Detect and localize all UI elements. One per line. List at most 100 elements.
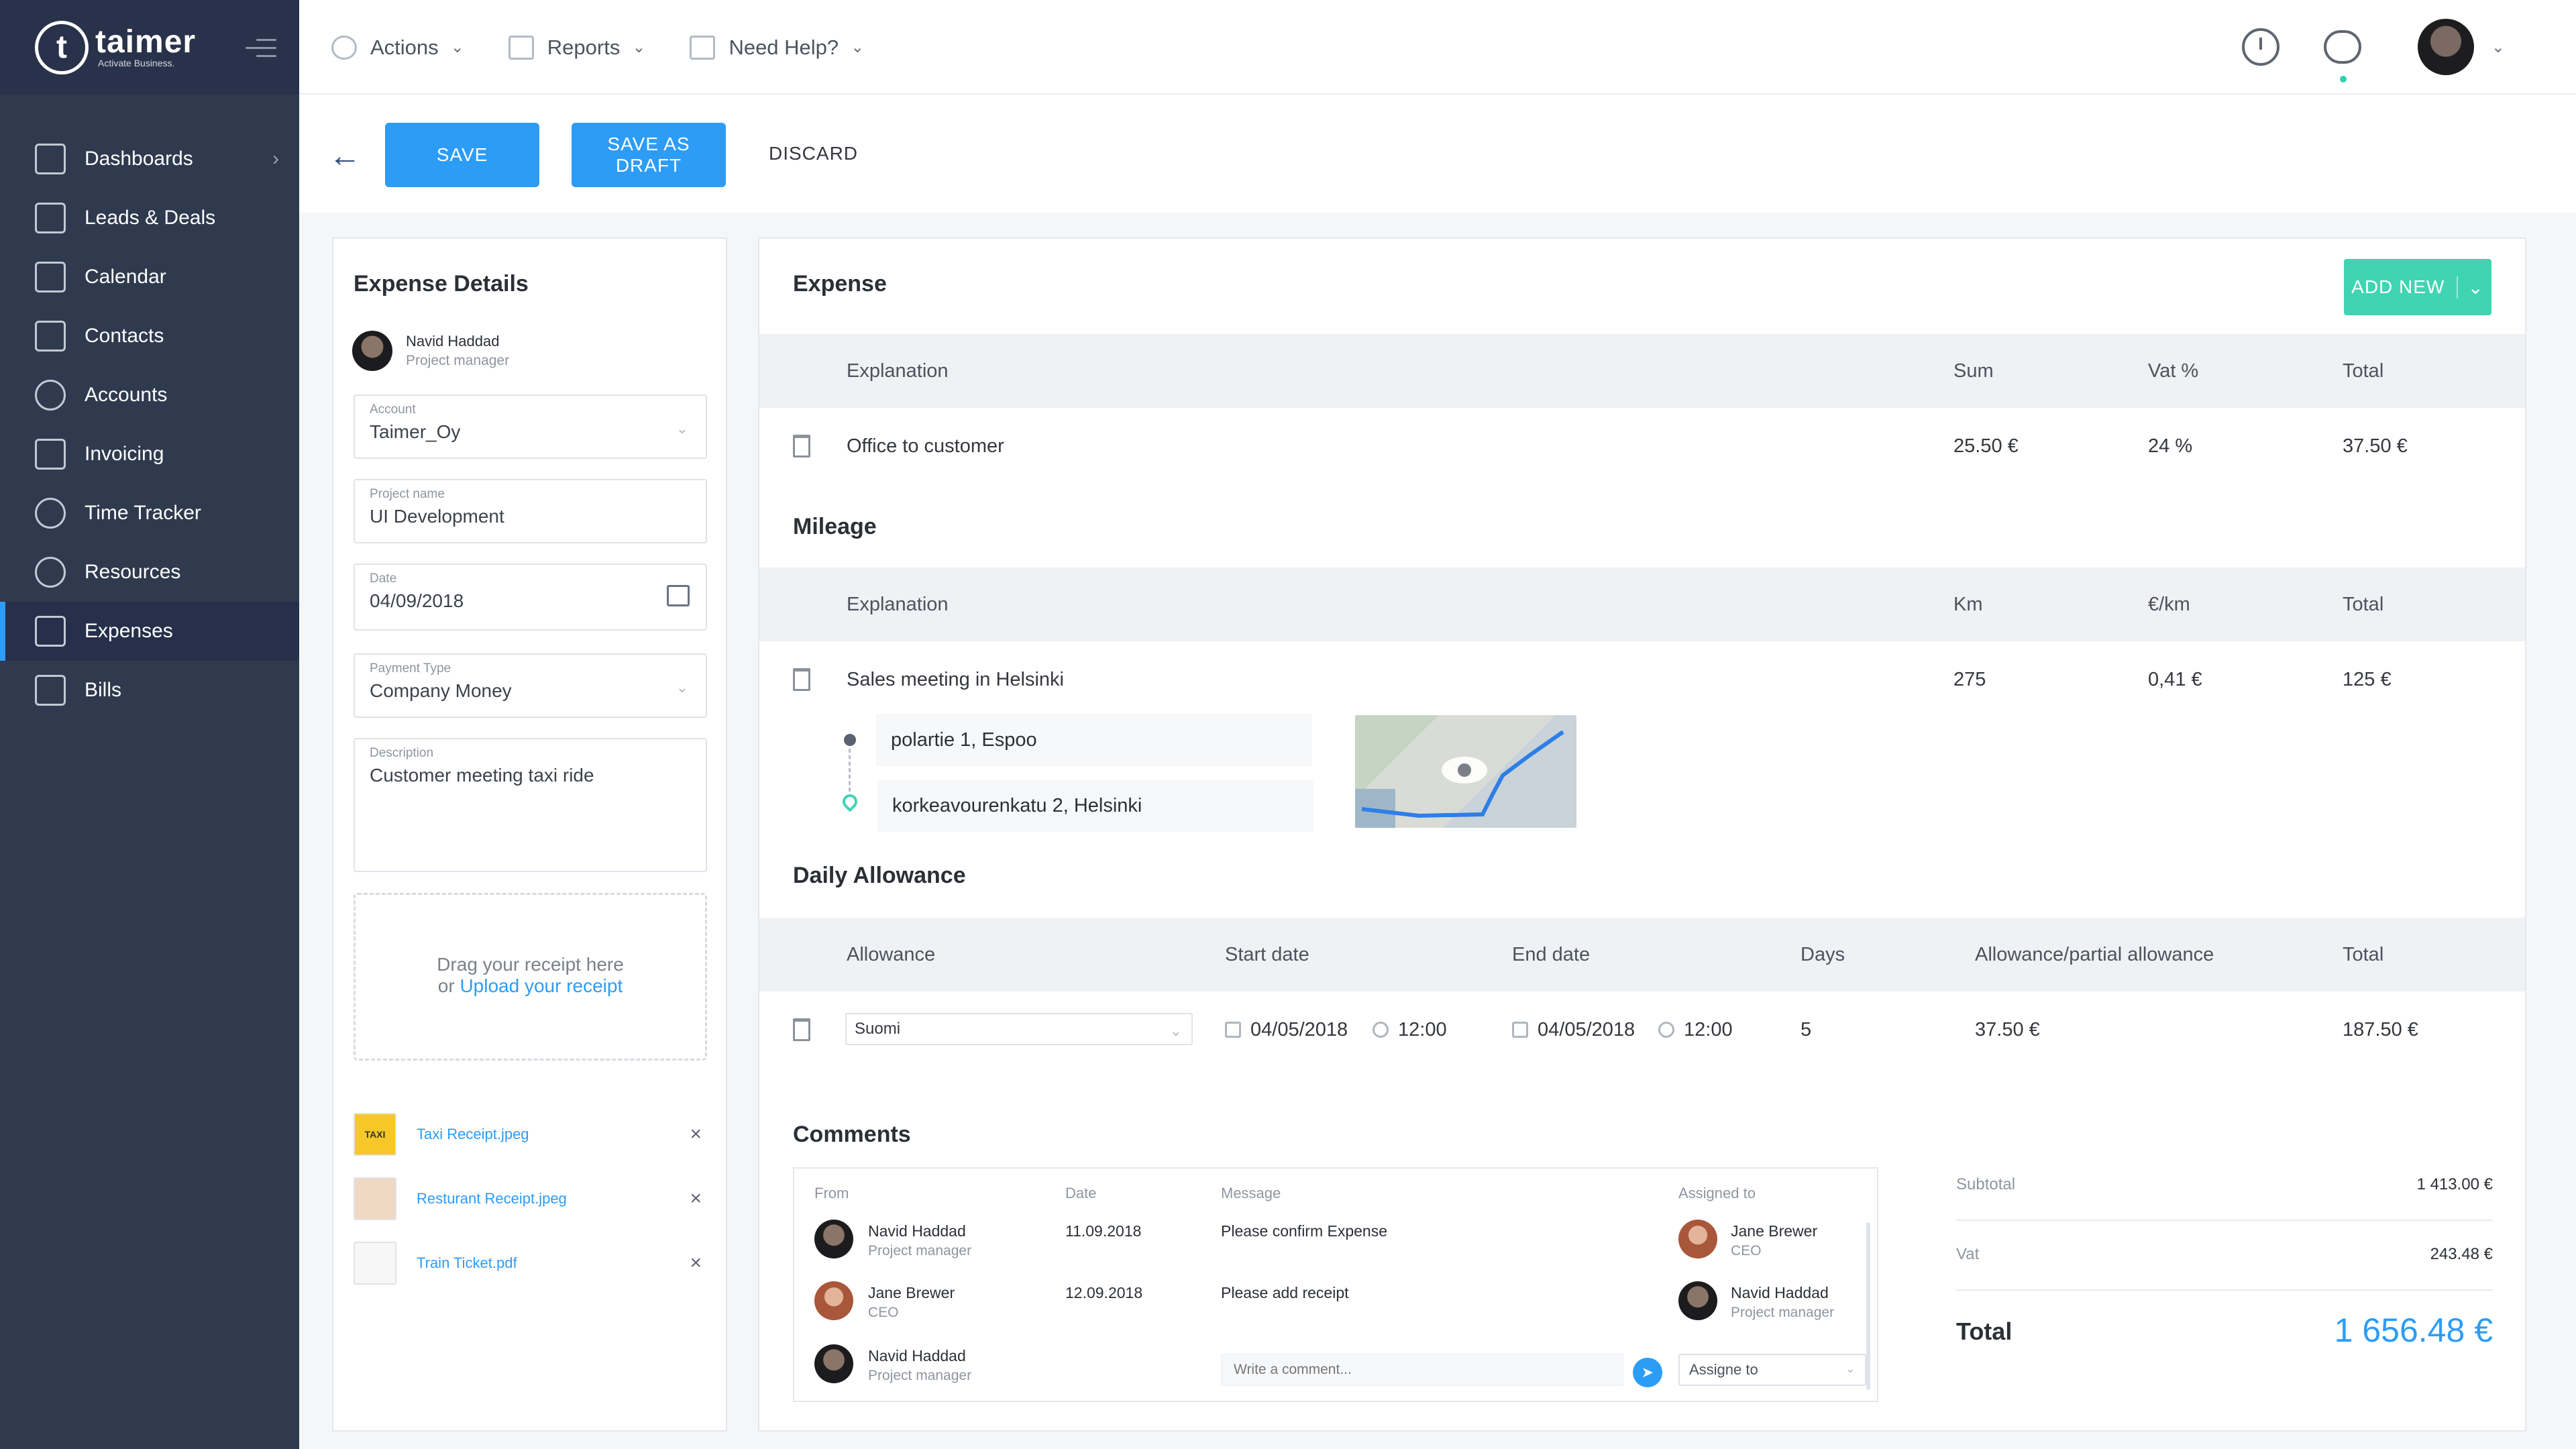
actions-menu[interactable]: Actions ⌄ <box>331 35 464 60</box>
comments-panel: From Date Message Assigned to Navid Hadd… <box>793 1167 1878 1402</box>
menu-toggle-icon[interactable] <box>246 39 276 63</box>
attachment-item: Resturant Receipt.jpeg × <box>354 1175 707 1222</box>
end-date-field[interactable]: 04/05/2018 <box>1512 993 1635 1067</box>
avatar[interactable] <box>2417 19 2474 75</box>
payment-type-select[interactable]: Payment Type Company Money ⌄ <box>354 653 707 718</box>
sidebar-item-dashboards[interactable]: Dashboards › <box>0 129 299 189</box>
taxi-receipt-thumbnail: TAXI <box>354 1113 396 1156</box>
avatar <box>814 1220 853 1258</box>
resources-icon <box>35 557 66 588</box>
sidebar-item-resources[interactable]: Resources <box>0 543 299 602</box>
chevron-down-icon: ⌄ <box>1845 1362 1856 1375</box>
receipt-thumbnail <box>354 1177 396 1220</box>
close-icon[interactable]: × <box>690 1252 702 1275</box>
save-as-draft-button[interactable]: SAVE AS DRAFT <box>572 123 726 187</box>
allowance-select[interactable]: Suomi ⌄ <box>845 1013 1193 1045</box>
route-from-field[interactable]: polartie 1, Espoo <box>876 714 1312 766</box>
avatar <box>352 331 392 371</box>
reports-menu[interactable]: Reports ⌄ <box>508 35 645 60</box>
contacts-icon <box>35 321 66 352</box>
attachment-item: Train Ticket.pdf × <box>354 1240 707 1287</box>
sidebar-item-leads-deals[interactable]: Leads & Deals <box>0 189 299 248</box>
vat-row: Vat 243.48 € <box>1956 1221 2493 1291</box>
calendar-icon <box>1225 1022 1241 1038</box>
add-new-button[interactable]: ADD NEW ⌄ <box>2344 259 2491 315</box>
attachment-link[interactable]: Resturant Receipt.jpeg <box>417 1190 567 1208</box>
project-name-field[interactable]: Project name UI Development <box>354 479 707 543</box>
sidebar-item-expenses[interactable]: Expenses <box>0 602 299 661</box>
attachment-link[interactable]: Taxi Receipt.jpeg <box>417 1126 529 1143</box>
avatar <box>814 1344 853 1383</box>
expenses-icon <box>35 616 66 647</box>
calendar-icon <box>35 262 66 292</box>
start-date-field[interactable]: 04/05/2018 <box>1225 993 1348 1067</box>
vat-value: 243.48 € <box>2430 1245 2493 1263</box>
calendar-icon[interactable] <box>667 585 690 606</box>
route-start-dot <box>844 734 856 746</box>
start-time-field[interactable]: 12:00 <box>1373 993 1447 1067</box>
comments-scrollbar[interactable] <box>1866 1222 1870 1390</box>
sidebar-nav: Dashboards › Leads & Deals Calendar Cont… <box>0 95 299 720</box>
route-line <box>849 749 851 792</box>
chat-icon[interactable] <box>2323 30 2361 83</box>
map-icon <box>1355 730 1564 828</box>
back-arrow-icon[interactable]: ← <box>329 138 361 174</box>
daily-allowance-section-title: Daily Allowance <box>793 863 966 888</box>
trash-icon[interactable] <box>793 1018 810 1041</box>
handshake-icon <box>35 203 66 233</box>
trash-icon[interactable] <box>793 668 810 691</box>
attachment-link[interactable]: Train Ticket.pdf <box>417 1254 517 1272</box>
sidebar-item-accounts[interactable]: Accounts <box>0 366 299 425</box>
avatar <box>814 1281 853 1320</box>
close-icon[interactable]: × <box>690 1187 702 1210</box>
expense-details-card: Expense Details Navid Haddad Project man… <box>332 237 727 1432</box>
stopwatch-icon[interactable] <box>2241 28 2279 66</box>
totals-panel: Subtotal 1 413.00 € Vat 243.48 € Total 1… <box>1956 1151 2493 1360</box>
clock-icon <box>1658 1022 1674 1038</box>
discard-button[interactable]: DISCARD <box>769 143 858 164</box>
comment-input[interactable] <box>1221 1354 1623 1386</box>
sidebar: t taimer Activate Business. Dashboards ›… <box>0 0 299 1449</box>
expense-main-card: Expense ADD NEW ⌄ Explanation Sum Vat % … <box>758 237 2526 1432</box>
table-row: Office to customer 25.50 € 24 % 37.50 € <box>759 409 2525 483</box>
brand-name: taimer <box>95 23 197 60</box>
total-row: Total 1 656.48 € <box>1956 1311 2493 1349</box>
plus-circle-icon <box>331 35 357 60</box>
avatar <box>1678 1281 1717 1320</box>
close-icon[interactable]: × <box>690 1123 702 1146</box>
sidebar-item-bills[interactable]: Bills <box>0 661 299 720</box>
save-button[interactable]: SAVE <box>385 123 539 187</box>
invoice-icon <box>35 439 66 470</box>
notification-dot <box>2339 76 2347 83</box>
receipt-dropzone[interactable]: Drag your receipt here or Upload your re… <box>354 893 707 1061</box>
trash-icon[interactable] <box>793 435 810 458</box>
help-menu[interactable]: Need Help? ⌄ <box>690 35 864 60</box>
sidebar-item-calendar[interactable]: Calendar <box>0 248 299 307</box>
account-select[interactable]: Account Taimer_Oy ⌄ <box>354 394 707 459</box>
end-time-field[interactable]: 12:00 <box>1658 993 1733 1067</box>
upload-link[interactable]: Upload <box>460 975 519 996</box>
route-map-thumbnail[interactable] <box>1355 715 1576 828</box>
location-pin-icon <box>839 791 861 812</box>
description-field[interactable]: Description Customer meeting taxi ride <box>354 738 707 872</box>
sidebar-item-invoicing[interactable]: Invoicing <box>0 425 299 484</box>
send-icon[interactable]: ➤ <box>1633 1358 1662 1387</box>
chevron-down-icon[interactable]: ⌄ <box>2491 38 2505 57</box>
total-value: 1 656.48 € <box>2334 1311 2493 1349</box>
route-to-field[interactable]: korkeavourenkatu 2, Helsinki <box>877 780 1313 832</box>
sidebar-item-time-tracker[interactable]: Time Tracker <box>0 484 299 543</box>
brand-tagline: Activate Business. <box>98 57 175 68</box>
comments-section-title: Comments <box>793 1122 911 1147</box>
brand-logo[interactable]: t taimer Activate Business. <box>0 0 299 95</box>
action-bar: ← SAVE SAVE AS DRAFT DISCARD <box>299 95 2576 213</box>
stopwatch-icon <box>35 498 66 529</box>
chart-icon <box>508 35 534 60</box>
assign-to-select[interactable]: Assigne to ⌄ <box>1678 1354 1866 1386</box>
date-field[interactable]: Date 04/09/2018 <box>354 564 707 631</box>
expense-table-header: Explanation Sum Vat % Total <box>759 334 2525 408</box>
avatar <box>1678 1220 1717 1258</box>
sidebar-item-contacts[interactable]: Contacts <box>0 307 299 366</box>
book-icon <box>690 35 716 60</box>
chevron-down-icon: ⌄ <box>450 38 464 56</box>
top-bar: Actions ⌄ Reports ⌄ Need Help? ⌄ ⌄ <box>299 0 2576 95</box>
